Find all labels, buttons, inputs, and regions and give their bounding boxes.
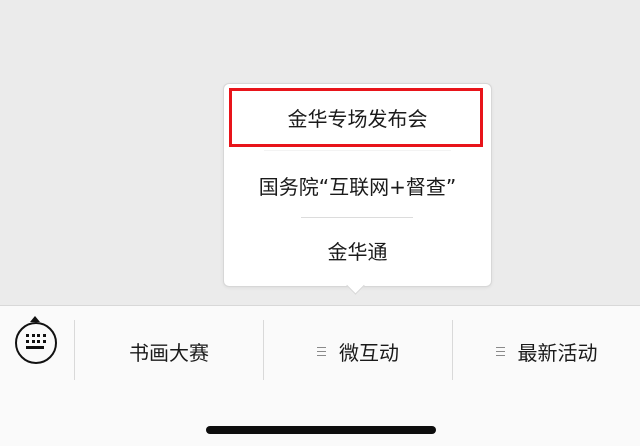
highlight-annotation-box (229, 88, 483, 147)
menu-item-label: 微互动 (339, 340, 399, 365)
menu-item-label: 最新活动 (517, 340, 598, 365)
submenu-item-jinhuatong[interactable]: 金华通 (224, 238, 491, 266)
menu-item-micro-interaction[interactable]: 微互动 (264, 336, 452, 366)
home-indicator[interactable] (206, 426, 436, 434)
menu-lines-icon (495, 346, 505, 357)
menu-item-label: 书画大赛 (129, 340, 209, 365)
submenu-divider (264, 150, 451, 151)
menu-lines-icon (317, 346, 326, 357)
keyboard-keys (26, 334, 46, 350)
menu-item-calligraphy-contest[interactable]: 书画大赛 (75, 336, 263, 366)
submenu-divider (301, 217, 413, 218)
submenu-item-state-council-inspection[interactable]: 国务院“互联网+督查” (224, 173, 491, 201)
keyboard-icon[interactable] (15, 316, 57, 364)
bottom-menu-bar: 书画大赛 微互动 最新活动 (0, 305, 640, 446)
menu-item-latest-events[interactable]: 最新活动 (453, 336, 640, 366)
